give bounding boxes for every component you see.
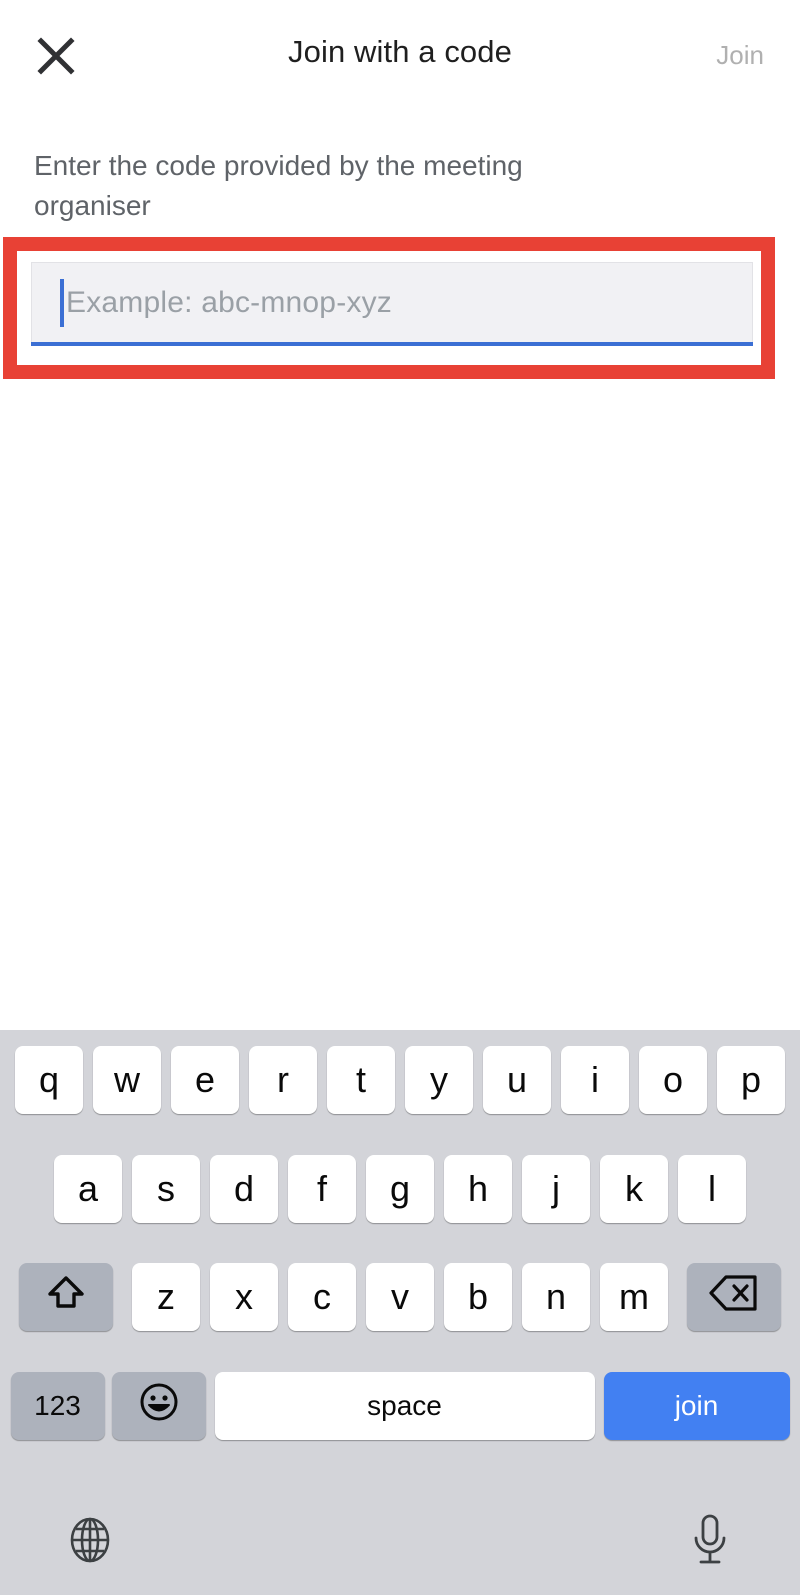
key-j[interactable]: j — [522, 1155, 590, 1223]
key-e[interactable]: e — [171, 1046, 239, 1114]
key-m[interactable]: m — [600, 1263, 668, 1331]
globe-icon[interactable] — [60, 1510, 120, 1570]
key-p[interactable]: p — [717, 1046, 785, 1114]
space-key[interactable]: space — [214, 1372, 595, 1440]
key-k[interactable]: k — [600, 1155, 668, 1223]
key-b[interactable]: b — [444, 1263, 512, 1331]
shift-key[interactable] — [19, 1263, 113, 1331]
key-q[interactable]: q — [15, 1046, 83, 1114]
text-caret — [60, 279, 64, 327]
key-i[interactable]: i — [561, 1046, 629, 1114]
key-z[interactable]: z — [132, 1263, 200, 1331]
key-l[interactable]: l — [678, 1155, 746, 1223]
numeric-key[interactable]: 123 — [10, 1372, 105, 1440]
join-with-code-screen: Join with a code Join Enter the code pro… — [0, 0, 800, 1595]
emoji-key[interactable] — [111, 1372, 206, 1440]
keyboard-row-4: 123 space join — [0, 1372, 800, 1440]
key-a[interactable]: a — [54, 1155, 122, 1223]
key-t[interactable]: t — [327, 1046, 395, 1114]
backspace-key[interactable] — [687, 1263, 781, 1331]
on-screen-keyboard: q w e r t y u i o p a s d f g h j k l z … — [0, 1030, 800, 1595]
key-d[interactable]: d — [210, 1155, 278, 1223]
key-y[interactable]: y — [405, 1046, 473, 1114]
code-input-placeholder: Example: abc-mnop-xyz — [66, 285, 392, 319]
backspace-icon — [709, 1274, 759, 1321]
key-s[interactable]: s — [132, 1155, 200, 1223]
key-f[interactable]: f — [288, 1155, 356, 1223]
key-n[interactable]: n — [522, 1263, 590, 1331]
key-w[interactable]: w — [93, 1046, 161, 1114]
keyboard-row-1: q w e r t y u i o p — [0, 1046, 800, 1114]
key-v[interactable]: v — [366, 1263, 434, 1331]
app-header: Join with a code Join — [0, 0, 800, 112]
instruction-text: Enter the code provided by the meeting o… — [34, 150, 523, 221]
code-input[interactable]: Example: abc-mnop-xyz — [31, 262, 753, 342]
join-key[interactable]: join — [603, 1372, 790, 1440]
microphone-icon[interactable] — [680, 1510, 740, 1570]
key-g[interactable]: g — [366, 1155, 434, 1223]
key-o[interactable]: o — [639, 1046, 707, 1114]
shift-arrow-icon — [45, 1272, 87, 1323]
key-r[interactable]: r — [249, 1046, 317, 1114]
key-x[interactable]: x — [210, 1263, 278, 1331]
key-c[interactable]: c — [288, 1263, 356, 1331]
code-input-wrapper[interactable]: Example: abc-mnop-xyz — [31, 262, 753, 354]
key-h[interactable]: h — [444, 1155, 512, 1223]
input-underline — [31, 342, 753, 346]
keyboard-utility-bar — [0, 1485, 800, 1595]
key-u[interactable]: u — [483, 1046, 551, 1114]
page-title: Join with a code — [288, 34, 512, 69]
keyboard-row-3: z x c v b n m — [0, 1263, 800, 1331]
join-button[interactable]: Join — [716, 40, 764, 71]
smiley-icon — [137, 1380, 181, 1433]
keyboard-row-2: a s d f g h j k l — [0, 1155, 800, 1223]
